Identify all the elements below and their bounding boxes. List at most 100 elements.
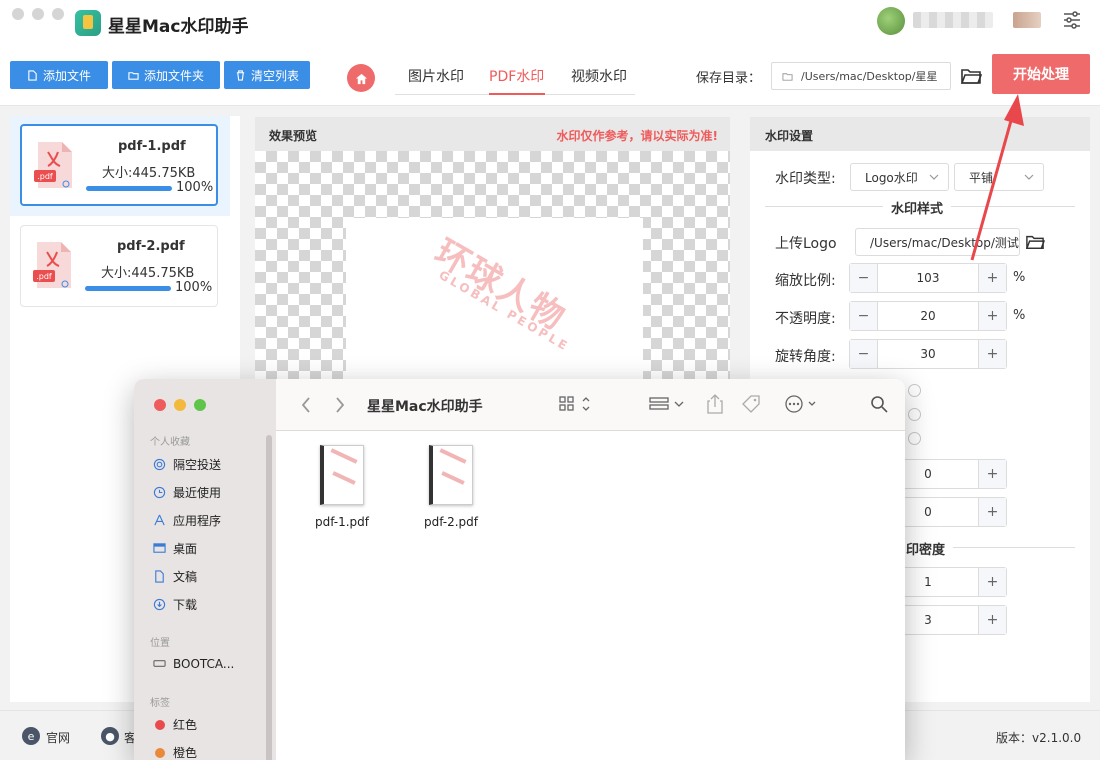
increment-button[interactable]: + [978,460,1006,488]
progress-bar [86,186,172,191]
forward-arrow-icon[interactable] [334,396,346,414]
avatar[interactable] [877,7,905,35]
save-dir-value: /Users/mac/Desktop/星星 [801,70,938,83]
increment-button[interactable]: + [978,568,1006,596]
finder-minimize-button[interactable] [174,399,186,411]
opacity-value[interactable]: 20 [878,309,978,323]
finder-zoom-button[interactable] [194,399,206,411]
logo-path-value: /Users/mac/Desktop/测试 [870,235,1019,250]
file-card[interactable]: .pdf pdf-1.pdf 大小:445.75KB 100% [20,124,218,206]
browse-folder-icon[interactable] [960,66,982,86]
decrement-button[interactable]: − [850,340,878,368]
tab-image-watermark[interactable]: 图片水印 [408,66,464,86]
increment-button[interactable]: + [978,498,1006,526]
chevron-down-icon [1024,174,1034,180]
finder-sidebar: 个人收藏 隔空投送 最近使用 应用程序 桌面 文稿 下载 位置 BOOTCA..… [134,379,276,760]
tab-video-watermark[interactable]: 视频水印 [571,66,627,86]
clear-list-label: 清空列表 [250,68,299,83]
sidebar-scrollbar[interactable] [266,435,272,760]
position-radio[interactable] [908,384,921,397]
minimize-window-button[interactable] [32,8,44,20]
folder-icon [782,72,793,81]
sidebar-item-label: 隔空投送 [173,458,222,472]
rotation-value[interactable]: 30 [878,347,978,361]
sidebar-item-applications[interactable]: 应用程序 [152,512,221,529]
add-folder-label: 添加文件夹 [143,68,204,83]
home-button[interactable] [347,64,375,92]
decrement-button[interactable]: − [850,264,878,292]
opacity-stepper[interactable]: − 20 + [849,301,1007,331]
pdf-thumbnail-icon [429,445,473,505]
tab-pdf-watermark[interactable]: PDF水印 [489,66,544,86]
sidebar-item-label: 桌面 [173,542,198,556]
file-card[interactable]: .pdf pdf-2.pdf 大小:445.75KB 100% [20,225,218,307]
close-window-button[interactable] [12,8,24,20]
sidebar-item-tag-red[interactable]: 红色 [152,716,197,733]
start-processing-button[interactable]: 开始处理 [992,54,1090,94]
share-icon[interactable] [706,393,724,415]
watermark-type-label: 水印类型: [775,171,836,187]
trash-icon [236,69,245,81]
save-dir-input[interactable]: /Users/mac/Desktop/星星 [771,62,951,90]
opacity-unit: % [1013,308,1026,323]
add-file-label: 添加文件 [42,68,91,83]
search-icon[interactable] [870,395,888,413]
file-size: 大小:445.75KB [102,166,196,181]
rotation-stepper[interactable]: − 30 + [849,339,1007,369]
airdrop-icon [152,457,167,472]
toolbar: 添加文件 添加文件夹 清空列表 图片水印 PDF水印 视频水印 保存目录： /U… [0,48,1100,106]
chat-icon[interactable]: ● [101,727,119,745]
logo-path-input[interactable]: /Users/mac/Desktop/测试 [855,228,1020,256]
more-actions-button[interactable] [784,394,820,414]
group-button[interactable] [649,394,687,414]
sidebar-item-tag-orange[interactable]: 橙色 [152,744,197,760]
view-mode-button[interactable] [559,394,593,414]
position-radio[interactable] [908,408,921,421]
layout-select[interactable]: 平铺 [954,163,1044,191]
finder-file-item[interactable]: pdf-1.pdf [302,445,382,529]
add-folder-button[interactable]: 添加文件夹 [112,61,220,89]
decrement-button[interactable]: − [850,302,878,330]
watermark-type-select[interactable]: Logo水印 [850,163,949,191]
finder-file-name: pdf-1.pdf [314,515,370,529]
finder-file-item[interactable]: pdf-2.pdf [411,445,491,529]
sidebar-item-downloads[interactable]: 下载 [152,596,197,613]
position-radio[interactable] [908,432,921,445]
back-arrow-icon[interactable] [300,396,312,414]
layout-value: 平铺 [969,170,994,185]
app-logo-icon [75,10,101,36]
sidebar-item-recents[interactable]: 最近使用 [152,484,221,501]
disk-icon [152,656,167,671]
sidebar-item-label: 最近使用 [173,486,222,500]
finder-file-name: pdf-2.pdf [423,515,479,529]
sidebar-item-label: 应用程序 [173,514,222,528]
scale-value[interactable]: 103 [878,271,978,285]
scale-stepper[interactable]: − 103 + [849,263,1007,293]
version-info: 版本：v2.1.0.0 [996,729,1081,746]
clear-list-button[interactable]: 清空列表 [224,61,310,89]
sidebar-item-documents[interactable]: 文稿 [152,568,197,585]
increment-button[interactable]: + [978,606,1006,634]
style-section-title: 水印样式 [883,198,952,217]
website-link[interactable]: 官网 [46,729,70,746]
increment-button[interactable]: + [978,302,1006,330]
version-label: 版本： [996,731,1033,745]
pdf-file-icon: .pdf [34,142,72,188]
ellipsis-icon [785,395,816,413]
add-file-button[interactable]: 添加文件 [10,61,108,89]
increment-button[interactable]: + [978,340,1006,368]
tags-header: 标签 [150,698,170,709]
preview-note: 水印仅作参考，请以实际为准! [556,129,718,143]
sidebar-item-desktop[interactable]: 桌面 [152,540,197,557]
increment-button[interactable]: + [978,264,1006,292]
website-icon[interactable]: e [22,727,40,745]
file-icon [28,69,37,81]
settings-sliders-icon[interactable] [1062,10,1082,30]
sidebar-item-airdrop[interactable]: 隔空投送 [152,456,221,473]
browse-logo-folder-icon[interactable] [1025,233,1045,251]
tag-icon[interactable] [741,394,763,414]
desktop-icon [152,541,167,556]
finder-close-button[interactable] [154,399,166,411]
sidebar-item-bootcamp[interactable]: BOOTCA... [152,656,234,671]
zoom-window-button[interactable] [52,8,64,20]
